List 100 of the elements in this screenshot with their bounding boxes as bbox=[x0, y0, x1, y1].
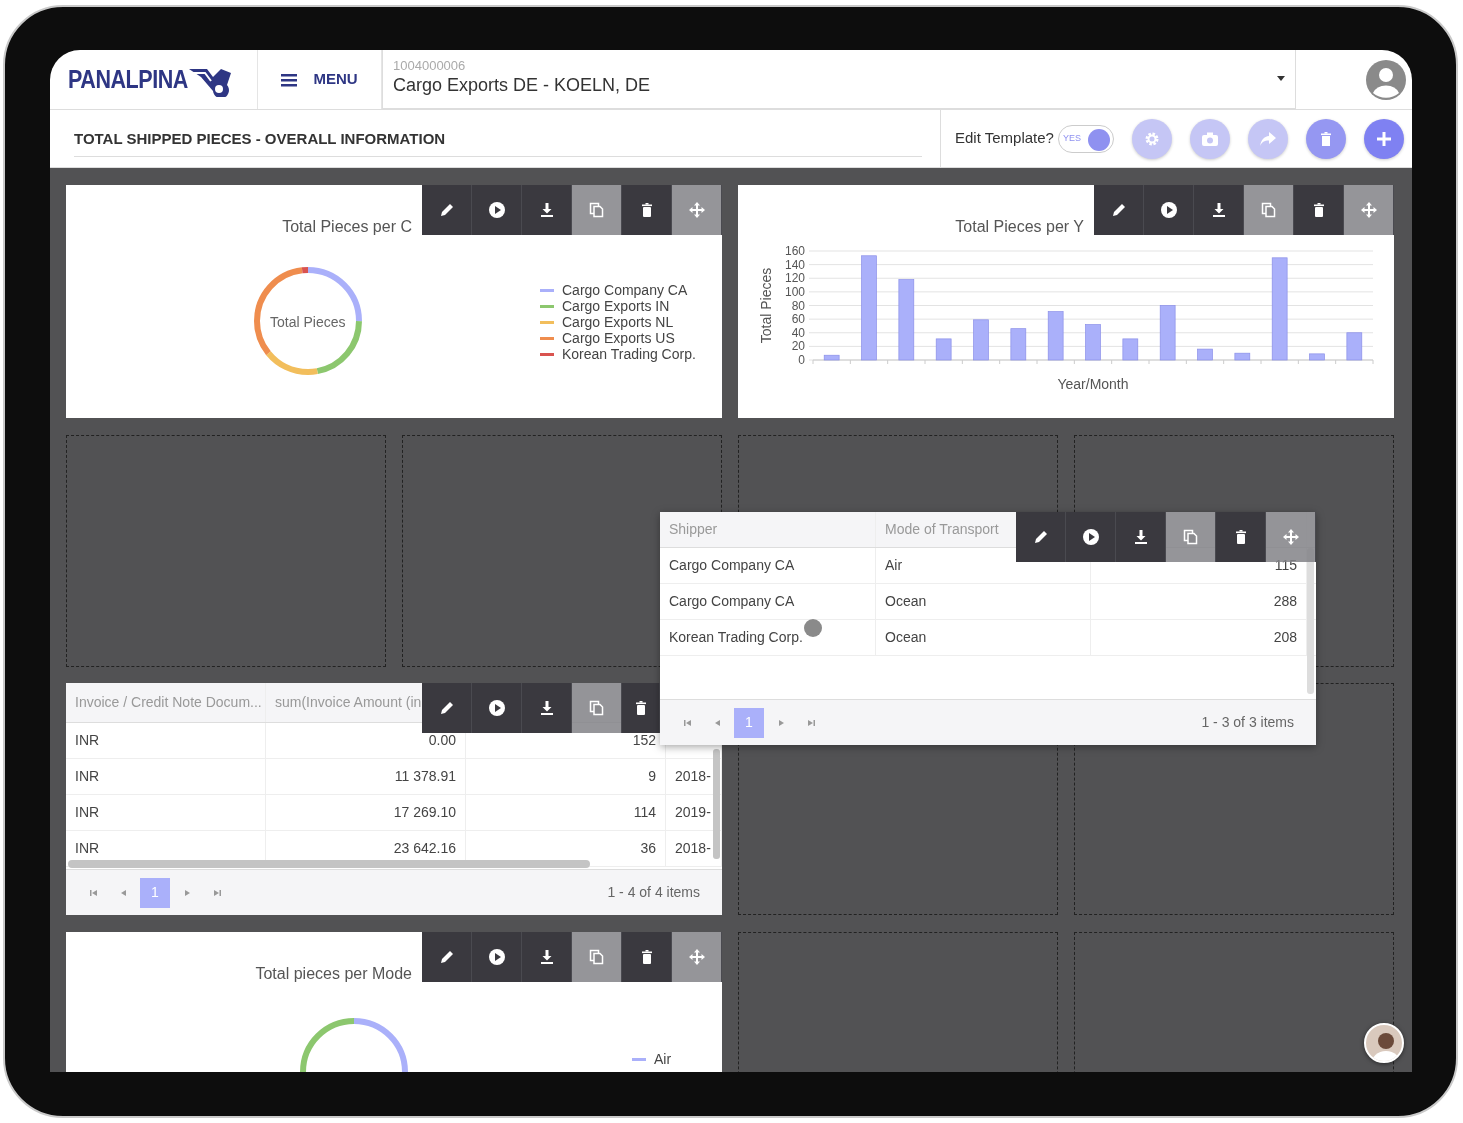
play-icon bbox=[487, 948, 506, 966]
download-button[interactable] bbox=[1194, 185, 1244, 235]
play-icon bbox=[1159, 201, 1178, 219]
copy-icon bbox=[587, 699, 606, 717]
copy-icon bbox=[1259, 201, 1278, 219]
x-axis-title: Year/Month bbox=[1057, 376, 1129, 392]
table-cell-text: 0.00 bbox=[428, 731, 456, 750]
column-header[interactable]: Shipper bbox=[669, 519, 718, 540]
chart-bar bbox=[1197, 348, 1213, 361]
table-cell-text: Air bbox=[885, 556, 903, 575]
table-cell-text: 2018- bbox=[675, 767, 711, 786]
y-tick-label: 100 bbox=[784, 284, 805, 299]
account-select[interactable]: 1004000006 Cargo Exports DE - KOELN, DE bbox=[382, 50, 1296, 109]
delete-button[interactable] bbox=[1216, 512, 1266, 562]
touch-indicator bbox=[804, 619, 822, 637]
next-arrow-icon bbox=[776, 717, 786, 728]
table-cell-text: 152 bbox=[632, 731, 656, 750]
table-cell-text: 11 378.91 bbox=[394, 767, 456, 786]
table-cell-text: Ocean bbox=[885, 592, 927, 611]
run-button[interactable] bbox=[1144, 185, 1194, 235]
delete-button[interactable] bbox=[622, 932, 672, 982]
chat-avatar[interactable] bbox=[1364, 1023, 1404, 1063]
legend-label: Korean Trading Corp. bbox=[562, 346, 696, 362]
table-cell-text: 9 bbox=[648, 767, 656, 786]
chart-bar bbox=[1010, 328, 1027, 361]
last-arrow-icon bbox=[806, 717, 816, 728]
scrollbar[interactable] bbox=[713, 749, 720, 859]
first-arrow-icon bbox=[682, 717, 692, 728]
table-cell-text: 115 bbox=[1274, 556, 1297, 575]
legend-label: Cargo Company CA bbox=[562, 282, 688, 298]
plus-icon bbox=[1374, 129, 1393, 148]
edit-button[interactable] bbox=[1016, 512, 1066, 562]
table-cell-text: 2019- bbox=[675, 803, 711, 822]
table-cell-text: INR bbox=[75, 731, 100, 750]
table-cell-text: 36 bbox=[640, 839, 656, 858]
add-button[interactable] bbox=[1363, 118, 1404, 159]
y-tick-label: 140 bbox=[784, 257, 805, 272]
table-cell-text: Korean Trading Corp. bbox=[669, 628, 803, 647]
chart-title: Total pieces per Mode bbox=[255, 964, 412, 984]
edit-button[interactable] bbox=[422, 185, 472, 235]
page-button[interactable]: 1 bbox=[734, 707, 764, 738]
play-icon bbox=[1081, 528, 1100, 546]
legend-label: Air bbox=[654, 1051, 672, 1067]
column-header[interactable]: sum(Invoice Amount (in bbox=[275, 692, 422, 713]
chart-bar bbox=[823, 354, 840, 361]
chart-bar bbox=[1309, 353, 1325, 361]
scrollbar[interactable] bbox=[68, 860, 590, 868]
table-cell-text: Cargo Company CA bbox=[669, 592, 795, 611]
chart-bar bbox=[973, 319, 989, 361]
donut-center-label: Total Pieces bbox=[270, 313, 346, 332]
chart-bar bbox=[1159, 305, 1176, 361]
page-title: TOTAL SHIPPED PIECES - OVERALL INFORMATION bbox=[74, 119, 922, 158]
play-icon bbox=[487, 201, 506, 219]
table-cell-text: 2018- bbox=[675, 839, 711, 858]
download-button[interactable] bbox=[522, 683, 572, 733]
y-tick-label: 160 bbox=[784, 244, 805, 258]
y-tick-label: 80 bbox=[791, 298, 805, 313]
edit-button[interactable] bbox=[422, 932, 472, 982]
download-button[interactable] bbox=[1116, 512, 1166, 562]
table-cell-text: Cargo Company CA bbox=[669, 556, 795, 575]
table-cell-text: INR bbox=[75, 839, 100, 858]
delete-button[interactable] bbox=[622, 185, 672, 235]
menu-icon bbox=[281, 72, 298, 87]
chart-bar bbox=[1346, 332, 1363, 361]
table-cell-text: 114 bbox=[633, 803, 656, 822]
move-icon bbox=[1281, 528, 1300, 546]
caret-icon bbox=[1277, 76, 1285, 81]
table-cell-text: 17 269.10 bbox=[393, 803, 456, 822]
run-button[interactable] bbox=[472, 932, 522, 982]
legend-label: Cargo Exports IN bbox=[562, 298, 670, 314]
run-button[interactable] bbox=[472, 683, 522, 733]
run-button[interactable] bbox=[472, 185, 522, 235]
chart-title: Total Pieces per C bbox=[282, 217, 412, 237]
edit-button[interactable] bbox=[422, 683, 472, 733]
download-button[interactable] bbox=[522, 185, 572, 235]
edit-button[interactable] bbox=[1094, 185, 1144, 235]
run-button[interactable] bbox=[1066, 512, 1116, 562]
account-name: Cargo Exports DE - KOELN, DE bbox=[393, 74, 651, 97]
chart-bar bbox=[935, 338, 952, 361]
legend-label: Cargo Exports NL bbox=[562, 314, 674, 330]
chart-bar bbox=[1234, 352, 1251, 361]
legend-label: Cargo Exports US bbox=[562, 330, 675, 346]
page-button[interactable]: 1 bbox=[140, 877, 170, 908]
y-tick-label: 40 bbox=[791, 325, 805, 340]
chart-bar bbox=[1085, 324, 1101, 361]
move-icon bbox=[687, 201, 706, 219]
edit-template-switch[interactable]: YES bbox=[1057, 124, 1114, 153]
column-header[interactable]: Invoice / Credit Note Docum... bbox=[75, 692, 262, 713]
chart-bar bbox=[1122, 338, 1139, 361]
chart-title: Total Pieces per Y bbox=[955, 217, 1084, 237]
next-arrow-icon bbox=[182, 887, 192, 898]
delete-button[interactable] bbox=[1294, 185, 1344, 235]
chart-bar bbox=[1047, 311, 1064, 361]
table-cell-text: Ocean bbox=[885, 628, 927, 647]
pager-summary: 1 - 4 of 4 items bbox=[607, 883, 700, 902]
delete-button[interactable] bbox=[622, 683, 660, 733]
move-icon bbox=[687, 948, 706, 966]
download-button[interactable] bbox=[522, 932, 572, 982]
user-avatar[interactable] bbox=[1366, 59, 1406, 100]
column-header[interactable]: Mode of Transport bbox=[885, 519, 999, 540]
